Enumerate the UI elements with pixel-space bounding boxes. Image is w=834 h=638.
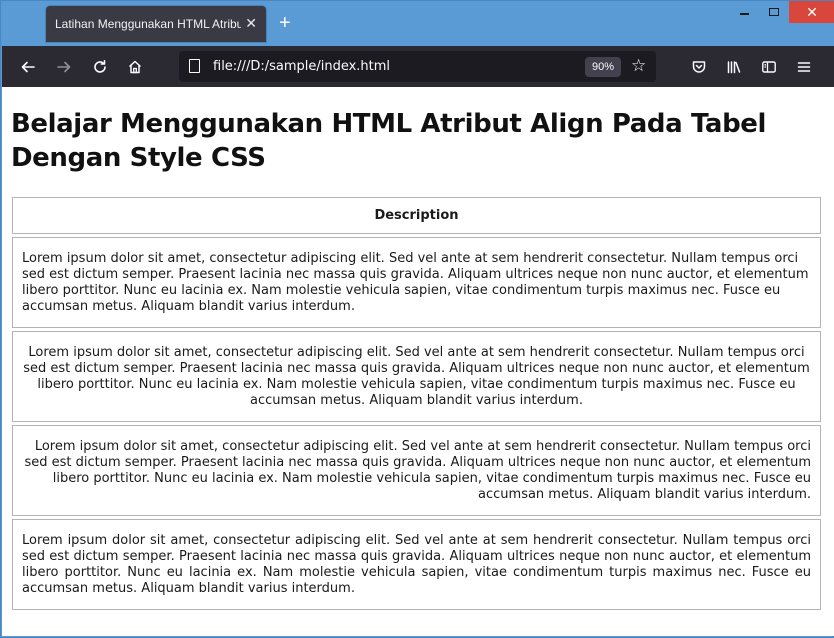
table-cell-align-left: Lorem ipsum dolor sit amet, consectetur … xyxy=(12,237,821,328)
reload-button[interactable] xyxy=(89,56,111,78)
table-row: Lorem ipsum dolor sit amet, consectetur … xyxy=(12,519,821,610)
table-header-row: Description xyxy=(12,197,821,234)
window-controls: ✕ xyxy=(729,1,834,23)
table-row: Lorem ipsum dolor sit amet, consectetur … xyxy=(12,425,821,516)
sidebar-icon xyxy=(762,61,776,73)
browser-window: Latihan Menggunakan HTML Atribut Align ✕… xyxy=(0,0,834,638)
forward-arrow-icon xyxy=(57,61,71,73)
table-cell-align-right: Lorem ipsum dolor sit amet, consectetur … xyxy=(12,425,821,516)
url-bar[interactable]: file:///D:/sample/index.html 90% ☆ xyxy=(179,51,656,82)
pocket-icon xyxy=(692,61,706,73)
close-icon[interactable]: ✕ xyxy=(245,16,257,30)
home-button[interactable] xyxy=(124,56,146,78)
tab-strip: Latihan Menggunakan HTML Atribut Align ✕… xyxy=(1,1,834,46)
plus-icon[interactable]: + xyxy=(279,13,291,33)
table-row: Lorem ipsum dolor sit amet, consectetur … xyxy=(12,331,821,422)
home-icon xyxy=(128,60,142,74)
window-close-icon: ✕ xyxy=(806,3,818,20)
page-icon xyxy=(189,59,200,73)
library-icon xyxy=(727,61,741,74)
bookmark-star-icon[interactable]: ☆ xyxy=(631,56,646,76)
tab-active[interactable]: Latihan Menggunakan HTML Atribut Align ✕ xyxy=(46,6,266,42)
navigation-toolbar: file:///D:/sample/index.html 90% ☆ xyxy=(2,46,834,87)
back-arrow-icon xyxy=(21,61,35,73)
window-close-button[interactable]: ✕ xyxy=(789,1,834,23)
back-button[interactable] xyxy=(17,56,39,78)
library-button[interactable] xyxy=(723,56,745,78)
table-header-description: Description xyxy=(12,197,821,234)
menu-button[interactable] xyxy=(793,56,815,78)
url-text[interactable]: file:///D:/sample/index.html xyxy=(213,59,390,74)
maximize-button[interactable] xyxy=(759,1,789,23)
pocket-button[interactable] xyxy=(688,56,710,78)
table-cell-align-justify: Lorem ipsum dolor sit amet, consectetur … xyxy=(12,519,821,610)
page-title: Belajar Menggunakan HTML Atribut Align P… xyxy=(11,109,767,173)
forward-button[interactable] xyxy=(53,56,75,78)
reload-icon xyxy=(94,60,106,73)
tab-title: Latihan Menggunakan HTML Atribut Align xyxy=(55,17,241,31)
page-content: Belajar Menggunakan HTML Atribut Align P… xyxy=(2,87,834,636)
hamburger-menu-icon xyxy=(797,62,811,72)
table-cell-align-center: Lorem ipsum dolor sit amet, consectetur … xyxy=(12,331,821,422)
minimize-button[interactable] xyxy=(729,1,759,23)
maximize-icon xyxy=(769,8,779,16)
table-row: Lorem ipsum dolor sit amet, consectetur … xyxy=(12,237,821,328)
description-table: Description Lorem ipsum dolor sit amet, … xyxy=(12,194,821,613)
minimize-icon xyxy=(739,13,749,15)
sidebar-button[interactable] xyxy=(758,56,780,78)
zoom-level-badge[interactable]: 90% xyxy=(585,57,621,77)
